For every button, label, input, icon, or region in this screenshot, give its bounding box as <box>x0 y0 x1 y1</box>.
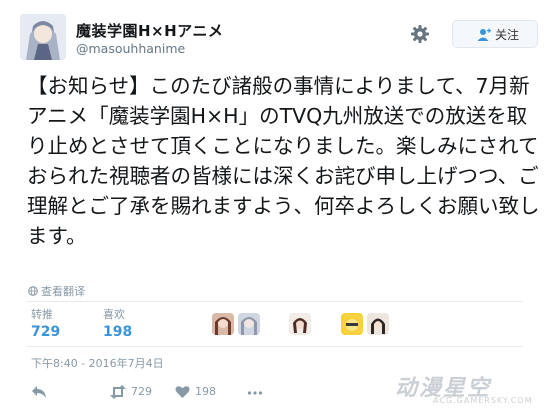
retweet-count: 729 <box>131 385 152 398</box>
like-button[interactable]: 198 <box>175 384 225 400</box>
avatar[interactable] <box>20 14 66 60</box>
account-name[interactable]: 魔装学園H×Hアニメ <box>76 20 223 41</box>
liker-avatar[interactable] <box>289 313 311 335</box>
tweet-timestamp[interactable]: 下午8:40 - 2016年7月4日 <box>31 355 164 371</box>
more-dots-icon <box>247 391 263 395</box>
account-handle[interactable]: @masouhhanime <box>76 41 185 56</box>
retweet-icon <box>110 385 126 399</box>
divider <box>27 301 523 302</box>
tweet-header: 魔装学園H×Hアニメ @masouhhanime 关注 <box>20 14 540 62</box>
follow-label: 关注 <box>495 28 520 42</box>
reply-icon <box>32 386 46 398</box>
globe-icon <box>28 286 38 296</box>
like-count: 198 <box>195 385 216 398</box>
translate-link[interactable]: 查看翻译 <box>28 283 85 299</box>
heart-icon <box>175 386 190 398</box>
watermark-url: ACG.GAMERSKY.COM <box>433 396 533 405</box>
watermark: 动漫星空 ACG.GAMERSKY.COM <box>395 370 545 406</box>
more-button[interactable] <box>247 384 265 400</box>
liker-avatar[interactable] <box>212 313 234 335</box>
retweet-button[interactable]: 729 <box>109 384 159 400</box>
reply-button[interactable] <box>31 384 49 400</box>
likes-label: 喜欢 <box>103 308 125 321</box>
likes-count: 198 <box>103 324 133 340</box>
retweets-label: 转推 <box>31 308 53 321</box>
likes-stat[interactable]: 喜欢 198 <box>103 306 132 340</box>
add-user-icon <box>477 28 491 41</box>
retweets-count: 729 <box>31 324 61 340</box>
liker-avatar[interactable] <box>367 313 389 335</box>
liker-avatar[interactable] <box>341 313 363 335</box>
divider <box>27 346 523 347</box>
retweet-stat[interactable]: 转推 729 <box>31 306 60 340</box>
translate-label: 查看翻译 <box>41 285 85 298</box>
liker-avatar[interactable] <box>238 313 260 335</box>
gear-icon[interactable] <box>410 24 430 44</box>
tweet-text: 【お知らせ】このたび諸般の事情によりまして、7月新アニメ「魔装学園H×H」のTV… <box>27 74 540 248</box>
follow-button[interactable]: 关注 <box>452 20 538 48</box>
